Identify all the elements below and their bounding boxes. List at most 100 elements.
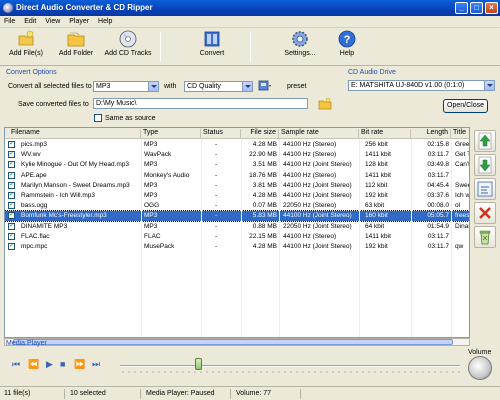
file-cell-type: MP3 [144, 181, 158, 189]
file-cell-size: 0.07 MB [252, 202, 277, 210]
close-button[interactable]: × [485, 2, 498, 14]
add-cd-tracks-button[interactable]: Add CD Tracks [104, 30, 152, 64]
menu-player[interactable]: Player [65, 16, 92, 25]
menu-edit[interactable]: Edit [20, 16, 39, 25]
col-length[interactable]: Length [411, 129, 451, 138]
file-row[interactable]: DINAMITE MP3 MP3 - 0.88 MB 22050 Hz (Joint S… [5, 222, 469, 232]
previous-icon[interactable]: ⏮ [12, 359, 20, 370]
help-button[interactable]: ? Help [334, 30, 360, 64]
file-row-checkbox[interactable] [8, 212, 15, 220]
horizontal-scrollbar[interactable] [4, 338, 470, 346]
stop-icon[interactable]: ■ [60, 359, 65, 369]
same-as-source-checkbox[interactable] [94, 114, 102, 122]
convert-button[interactable]: Convert [194, 30, 230, 64]
file-row-checkbox[interactable] [8, 232, 15, 240]
browse-folder-icon[interactable] [318, 97, 332, 110]
file-cell-title: Swee [455, 181, 470, 189]
file-row[interactable]: mpc.mpc MusePack - 4.28 MB 44100 Hz (Joint S… [5, 242, 469, 252]
status-selected: 10 selected [70, 390, 106, 397]
file-cell-size: 18.76 MB [249, 171, 277, 179]
file-row[interactable]: pics.mp3 MP3 - 4.28 MB 44100 Hz (Stereo) 256 … [5, 140, 470, 150]
file-row-checkbox[interactable] [8, 202, 15, 210]
file-row-checkbox[interactable] [8, 141, 15, 148]
file-cell-size: 5.83 MB [252, 212, 277, 220]
preset-label: preset [287, 83, 307, 90]
format-select[interactable]: MP3 [93, 81, 159, 92]
rewind-icon[interactable]: ⏪ [28, 359, 39, 370]
file-row-checkbox[interactable] [8, 222, 15, 230]
col-type[interactable]: Type [141, 129, 201, 138]
file-row[interactable]: bass.ogg OGG - 0.07 MB 22050 Hz (Stereo) 63 k… [5, 201, 469, 211]
forward-icon[interactable]: ⏩ [74, 359, 85, 370]
file-row-checkbox[interactable] [8, 181, 15, 189]
file-list[interactable]: Filename Type Status File size Sample ra… [4, 127, 470, 338]
menu-file[interactable]: File [0, 16, 18, 25]
col-title[interactable]: Title [451, 129, 469, 138]
move-down-button[interactable] [474, 154, 496, 176]
file-cell-name: FLAC.flac [21, 232, 50, 240]
file-cell-length: 00:08.0 [427, 202, 449, 210]
next-icon[interactable]: ⏭ [92, 359, 100, 370]
add-folder-button[interactable]: Add Folder [56, 30, 96, 64]
file-cell-title: Green [455, 141, 470, 148]
settings-button[interactable]: Settings... [282, 30, 318, 64]
cd-drive-select[interactable]: E: MATSHITA UJ-840D v1.00 (0:1:0) [348, 80, 495, 91]
maximize-button[interactable]: □ [470, 2, 483, 14]
file-row[interactable]: Bomfunk Mc's-Freestyler.mp3 MP3 - 5.83 MB 44… [5, 210, 469, 223]
file-row[interactable]: FLAC.flac FLAC - 22.15 MB 44100 Hz (Stereo) 1… [5, 232, 469, 242]
file-cell-title: Dinam [455, 222, 469, 230]
file-row-checkbox[interactable] [8, 161, 15, 169]
toolbar-separator [250, 32, 251, 62]
preset-icon[interactable] [258, 80, 272, 92]
file-row[interactable]: Kylie Minogue - Out Of My Head.mp3 MP3 - 3.… [5, 160, 469, 170]
cd-drive-value: E: MATSHITA UJ-840D v1.00 (0:1:0) [351, 82, 465, 89]
file-row-checkbox[interactable] [8, 243, 15, 250]
menu-help[interactable]: Help [94, 16, 115, 25]
file-cell-size: 4.28 MB [252, 243, 277, 250]
menu-view[interactable]: View [41, 16, 63, 25]
add-files-icon [18, 30, 34, 46]
minimize-button[interactable]: _ [455, 2, 468, 14]
file-cell-rate: 44100 Hz (Stereo) [283, 232, 337, 240]
clear-list-button[interactable] [474, 226, 496, 248]
quality-select[interactable]: CD Quality [184, 81, 253, 92]
cd-icon [119, 30, 137, 48]
move-up-button[interactable] [474, 130, 496, 152]
file-row[interactable]: WV.wv WavPack - 22.90 MB 44100 Hz (Stereo) 14… [5, 150, 469, 160]
file-row-checkbox[interactable] [8, 151, 15, 159]
file-row[interactable]: Rammstein - Ich Will.mp3 MP3 - 4.28 MB 44100… [5, 191, 469, 201]
scrollbar-thumb[interactable] [13, 339, 453, 345]
col-bit-rate[interactable]: Bit rate [359, 129, 411, 138]
file-row-checkbox[interactable] [8, 171, 15, 179]
file-cell-name: DINAMITE MP3 [21, 222, 68, 230]
add-files-button[interactable]: Add File(s) [6, 30, 46, 64]
volume-knob[interactable] [468, 356, 492, 380]
file-row-checkbox[interactable] [8, 192, 15, 199]
column-divider [451, 139, 452, 337]
file-cell-title: qw [455, 243, 464, 250]
col-file-size[interactable]: File size [241, 129, 279, 138]
folder-icon [67, 32, 85, 47]
file-cell-length: 03:11.7 [427, 232, 449, 240]
file-cell-bitrate: 128 kbit [365, 161, 388, 169]
edit-tags-button[interactable] [474, 178, 496, 200]
file-cell-length: 01:54.9 [427, 222, 449, 230]
file-row[interactable]: APE.ape Monkey's Audio - 18.76 MB 44100 Hz (… [5, 171, 469, 181]
svg-text:?: ? [344, 34, 351, 46]
app-icon [3, 3, 13, 13]
col-status[interactable]: Status [201, 129, 241, 138]
open-close-button[interactable]: Open/Close [443, 99, 488, 113]
remove-button[interactable] [474, 202, 496, 224]
seek-track[interactable] [120, 365, 460, 367]
output-folder-input[interactable]: D:\My Music\ [93, 98, 308, 109]
recycle-icon [479, 230, 491, 245]
col-filename[interactable]: Filename [5, 129, 141, 138]
play-icon[interactable]: ▶ [46, 359, 53, 370]
convert-options-title: Convert Options [6, 69, 57, 76]
file-row[interactable]: Marilyn Manson - Sweet Dreams.mp3 MP3 - 3.8… [5, 181, 470, 191]
col-sample-rate[interactable]: Sample rate [279, 129, 359, 138]
toolbar-separator [160, 32, 161, 62]
seek-slider-thumb[interactable] [194, 358, 202, 370]
file-cell-rate: 44100 Hz (Stereo) [283, 151, 337, 159]
help-label: Help [339, 50, 355, 57]
